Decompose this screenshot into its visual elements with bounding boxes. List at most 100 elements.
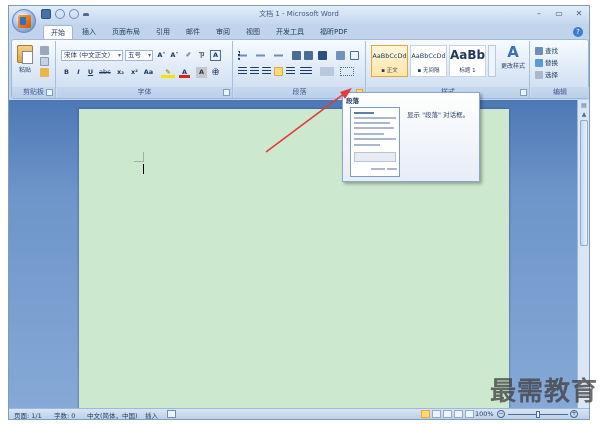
change-styles-button[interactable]: A 更改样式 xyxy=(496,43,530,70)
cut-icon[interactable] xyxy=(40,46,49,55)
tab-page-layout[interactable]: 页面布局 xyxy=(105,25,147,39)
vertical-scrollbar[interactable]: ▤ ▲ xyxy=(577,100,589,410)
show-marks-icon[interactable] xyxy=(350,51,359,60)
find-button[interactable]: 查找 xyxy=(535,45,558,55)
paragraph-group: 段落 xyxy=(234,41,366,98)
scroll-up-icon[interactable]: ▲ xyxy=(579,110,589,119)
paragraph-tooltip: 段落 显示 "段落" 对话框。 xyxy=(342,92,480,182)
status-mode[interactable]: 插入 xyxy=(145,410,158,419)
style-name: ▪ 无间隔 xyxy=(417,68,440,74)
tooltip-description: 显示 "段落" 对话框。 xyxy=(407,111,470,119)
style-heading-1[interactable]: AaBb 标题 1 xyxy=(449,45,486,77)
font-group-label: 字体 xyxy=(57,87,232,98)
font-color-button[interactable]: A xyxy=(179,67,190,78)
document-area xyxy=(9,100,577,414)
zoom-level[interactable]: 100% xyxy=(475,410,494,418)
justify-icon[interactable] xyxy=(274,67,283,76)
bullets-icon[interactable] xyxy=(238,51,247,60)
shrink-font-button[interactable]: A˅ xyxy=(169,50,180,61)
tab-insert[interactable]: 插入 xyxy=(75,25,103,39)
tab-developer[interactable]: 开发工具 xyxy=(269,25,311,39)
replace-button[interactable]: 替换 xyxy=(535,57,558,67)
italic-button[interactable]: I xyxy=(73,67,84,78)
styles-launcher[interactable] xyxy=(520,89,527,96)
paste-button[interactable]: 粘贴 xyxy=(15,45,35,74)
clipboard-launcher[interactable] xyxy=(46,89,53,96)
scrollbar-thumb[interactable] xyxy=(580,120,588,246)
ribbon: 粘贴 剪贴板 宋体 (中文正文) 五号 A˄ A˅ ✐ ㄗ A B I U ab… xyxy=(11,39,589,99)
char-shading-button[interactable]: A xyxy=(196,67,207,78)
minimize-button[interactable]: – xyxy=(533,8,545,20)
distributed-icon[interactable] xyxy=(286,67,295,76)
paragraph-dialog-preview xyxy=(350,107,400,177)
phonetic-guide-button[interactable]: ㄗ xyxy=(196,50,207,61)
copy-icon[interactable] xyxy=(40,57,49,66)
draft-view-icon[interactable] xyxy=(465,410,474,418)
preview-line xyxy=(354,144,380,146)
macro-record-icon[interactable] xyxy=(167,410,176,418)
sort-icon[interactable] xyxy=(336,51,345,60)
styles-group: AaBbCcDd ▪ 正文 AaBbCcDd ▪ 无间隔 AaBb 标题 1 A… xyxy=(367,41,530,98)
highlight-button[interactable]: ✎ xyxy=(161,67,175,78)
font-launcher[interactable] xyxy=(223,89,230,96)
style-normal[interactable]: AaBbCcDd ▪ 正文 xyxy=(371,45,408,77)
align-center-icon[interactable] xyxy=(250,67,259,76)
zoom-slider-knob[interactable] xyxy=(536,411,540,418)
char-border-button[interactable]: A xyxy=(210,50,221,61)
clear-format-button[interactable]: ✐ xyxy=(183,50,194,61)
numbering-icon[interactable] xyxy=(256,51,265,60)
format-painter-icon[interactable] xyxy=(40,68,49,77)
underline-button[interactable]: U xyxy=(85,67,96,78)
grow-font-button[interactable]: A˄ xyxy=(156,50,167,61)
select-icon xyxy=(535,71,543,79)
outline-view-icon[interactable] xyxy=(454,410,463,418)
multilevel-list-icon[interactable] xyxy=(274,51,283,60)
styles-gallery-scroll[interactable] xyxy=(488,45,496,77)
window-controls: – ▭ ✕ xyxy=(533,8,585,20)
status-language[interactable]: 中文(简体，中国) xyxy=(87,410,138,419)
help-icon[interactable]: ? xyxy=(573,27,583,37)
tab-home[interactable]: 开始 xyxy=(43,25,73,39)
style-no-spacing[interactable]: AaBbCcDd ▪ 无间隔 xyxy=(410,45,447,77)
chinese-layout-icon[interactable] xyxy=(318,51,327,60)
style-sample: AaBbCcDd xyxy=(411,52,446,60)
web-layout-view-icon[interactable] xyxy=(443,410,452,418)
decrease-indent-icon[interactable] xyxy=(292,51,301,60)
preview-line xyxy=(387,168,397,170)
increase-indent-icon[interactable] xyxy=(304,51,313,60)
align-left-icon[interactable] xyxy=(238,67,247,76)
bold-button[interactable]: B xyxy=(61,67,72,78)
font-size-combo[interactable]: 五号 xyxy=(125,50,153,61)
zoom-out-button[interactable]: − xyxy=(497,410,505,418)
line-spacing-icon[interactable] xyxy=(300,67,312,76)
status-page[interactable]: 页面: 1/1 xyxy=(14,410,42,419)
ruler-toggle-icon[interactable]: ▤ xyxy=(579,101,589,110)
replace-label: 替换 xyxy=(545,59,558,67)
subscript-button[interactable]: x₂ xyxy=(115,67,126,78)
enclose-char-button[interactable]: ㊥ xyxy=(210,67,221,78)
align-right-icon[interactable] xyxy=(262,67,271,76)
close-button[interactable]: ✕ xyxy=(573,8,585,20)
replace-icon xyxy=(535,59,543,67)
office-button[interactable] xyxy=(12,9,36,33)
paste-icon xyxy=(17,45,33,64)
superscript-button[interactable]: x² xyxy=(129,67,140,78)
borders-icon[interactable] xyxy=(340,67,354,76)
zoom-in-button[interactable]: + xyxy=(570,410,578,418)
tab-view[interactable]: 视图 xyxy=(239,25,267,39)
tab-foxit-pdf[interactable]: 福昕PDF xyxy=(313,25,355,39)
shading-icon[interactable] xyxy=(320,67,334,76)
tab-review[interactable]: 审阅 xyxy=(209,25,237,39)
editing-group: 查找 替换 选择 编辑 xyxy=(531,41,589,98)
status-words[interactable]: 字数: 0 xyxy=(54,410,75,419)
select-button[interactable]: 选择 xyxy=(535,69,558,79)
preview-line xyxy=(354,117,396,119)
tab-references[interactable]: 引用 xyxy=(149,25,177,39)
maximize-button[interactable]: ▭ xyxy=(553,8,565,20)
full-screen-view-icon[interactable] xyxy=(432,410,441,418)
print-layout-view-icon[interactable] xyxy=(421,410,430,418)
change-case-button[interactable]: Aa xyxy=(143,67,154,78)
strikethrough-button[interactable]: abc xyxy=(99,67,111,78)
font-name-combo[interactable]: 宋体 (中文正文) xyxy=(61,50,123,61)
tab-mailings[interactable]: 邮件 xyxy=(179,25,207,39)
